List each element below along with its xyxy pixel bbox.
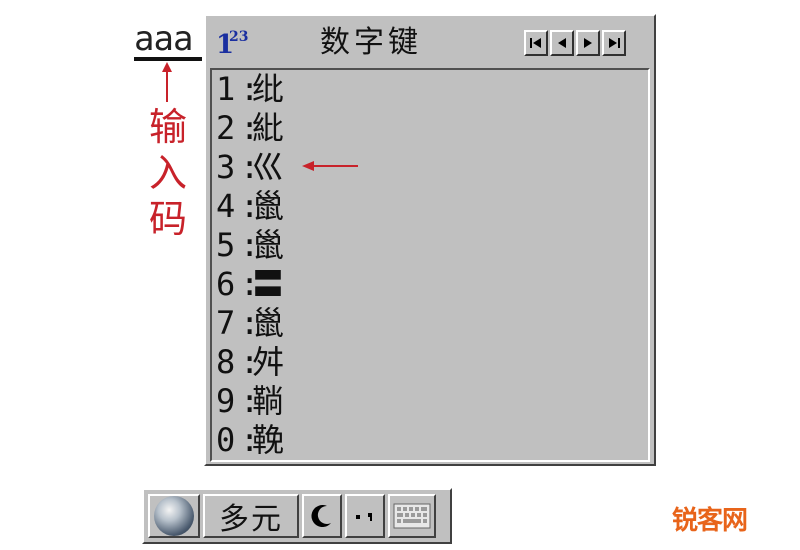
candidate-item[interactable]: 0:鞔 — [216, 421, 284, 460]
globe-button[interactable] — [148, 494, 200, 538]
prev-page-button[interactable] — [550, 30, 574, 56]
globe-icon — [154, 496, 194, 536]
next-page-icon — [584, 38, 592, 48]
candidate-list: 1:纰 2:紕 3:巛 4:巤 5:巤 6:〓 7:巤 8:舛 9:鞝 0:鞔 — [216, 70, 284, 460]
123-icon[interactable]: 1 23 — [216, 30, 250, 58]
punctuation-icon — [356, 513, 372, 521]
candidate-list-area: 1:纰 2:紕 3:巛 4:巤 5:巤 6:〓 7:巤 8:舛 9:鞝 0:鞔 — [210, 68, 650, 462]
candidate-item[interactable]: 7:巤 — [216, 304, 284, 343]
soft-keyboard-button[interactable] — [388, 494, 436, 538]
candidate-item[interactable]: 5:巤 — [216, 226, 284, 265]
first-page-button[interactable] — [524, 30, 548, 56]
last-page-button[interactable] — [602, 30, 626, 56]
candidate-item[interactable]: 1:纰 — [216, 70, 284, 109]
punctuation-button[interactable] — [345, 494, 385, 538]
title-bar: 1 23 数字键 — [206, 16, 654, 68]
first-page-icon — [530, 38, 541, 48]
window-title: 数字键 — [320, 25, 422, 60]
ime-name-button[interactable]: 多元 — [203, 494, 299, 538]
candidate-item[interactable]: 3:巛 — [216, 148, 284, 187]
input-code: aaa — [134, 19, 193, 59]
candidate-item[interactable]: 4:巤 — [216, 187, 284, 226]
up-arrow-icon — [162, 62, 172, 102]
caption-char-3: 码 — [148, 197, 187, 241]
caption-char-1: 输 — [148, 105, 187, 149]
page-nav — [524, 30, 626, 56]
next-page-button[interactable] — [576, 30, 600, 56]
input-underline — [134, 57, 202, 61]
prev-page-icon — [558, 38, 566, 48]
candidate-item[interactable]: 9:鞝 — [216, 382, 284, 421]
watermark-logo: 锐客网 — [672, 506, 748, 536]
half-width-moon-icon — [311, 505, 331, 528]
ime-status-bar: 多元 — [142, 488, 452, 544]
input-code-caption: 输 入 码 — [146, 104, 190, 242]
candidate-item[interactable]: 6:〓 — [216, 265, 284, 304]
candidate-item[interactable]: 2:紕 — [216, 109, 284, 148]
last-page-icon — [609, 38, 620, 48]
candidate-item[interactable]: 8:舛 — [216, 343, 284, 382]
soft-keyboard-icon — [393, 503, 431, 529]
candidate-window: 1 23 数字键 1:纰 2:紕 3:巛 4:巤 5:巤 6:〓 7… — [204, 14, 656, 466]
left-arrow-icon — [302, 161, 358, 171]
caption-char-2: 入 — [148, 151, 187, 195]
half-width-button[interactable] — [302, 494, 342, 538]
